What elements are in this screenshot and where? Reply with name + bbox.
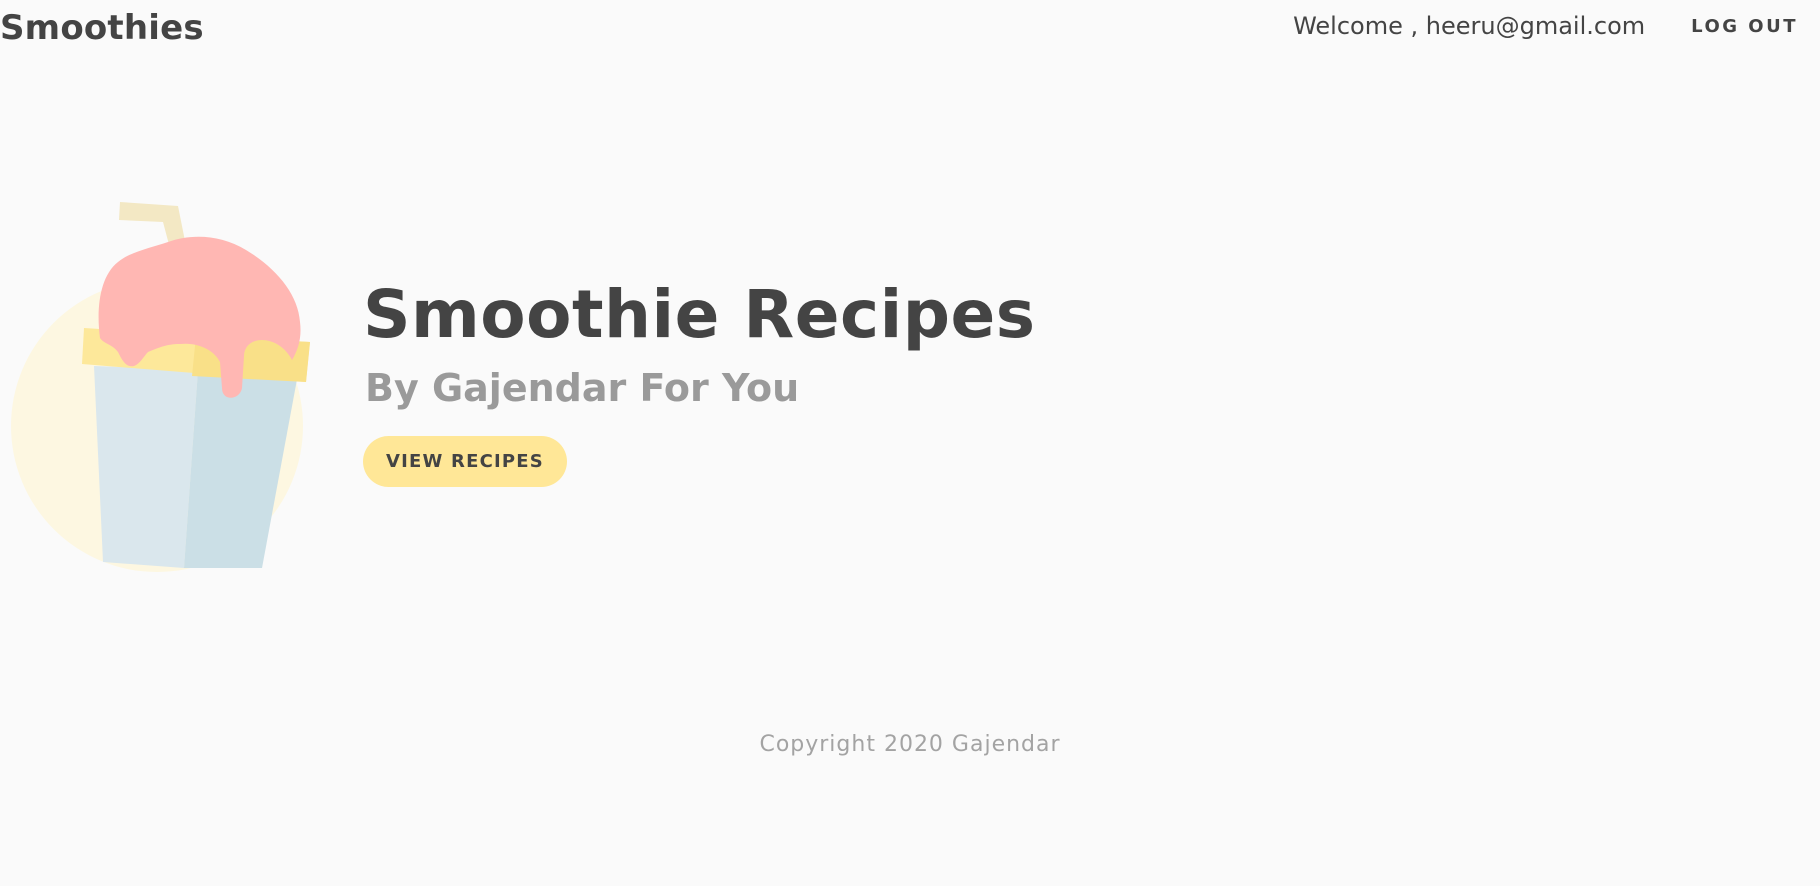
welcome-text: Welcome , heeru@gmail.com (1293, 12, 1646, 40)
hero-text: Smoothie Recipes By Gajendar For You VIE… (363, 270, 1036, 487)
page: Smoothies Welcome , heeru@gmail.com LOG … (0, 0, 1820, 886)
footer-copyright: Copyright 2020 Gajendar (759, 732, 1061, 757)
brand-logo-link[interactable]: Smoothies (0, 8, 204, 48)
hero-title: Smoothie Recipes (363, 276, 1036, 353)
view-recipes-button[interactable]: VIEW RECIPES (363, 436, 567, 487)
logout-link[interactable]: LOG OUT (1691, 16, 1798, 37)
hero-subtitle: By Gajendar For You (365, 366, 800, 410)
smoothie-cup-icon (0, 190, 320, 580)
navbar: Smoothies Welcome , heeru@gmail.com LOG … (0, 0, 1820, 56)
nav-right: Welcome , heeru@gmail.com LOG OUT (1293, 12, 1798, 40)
